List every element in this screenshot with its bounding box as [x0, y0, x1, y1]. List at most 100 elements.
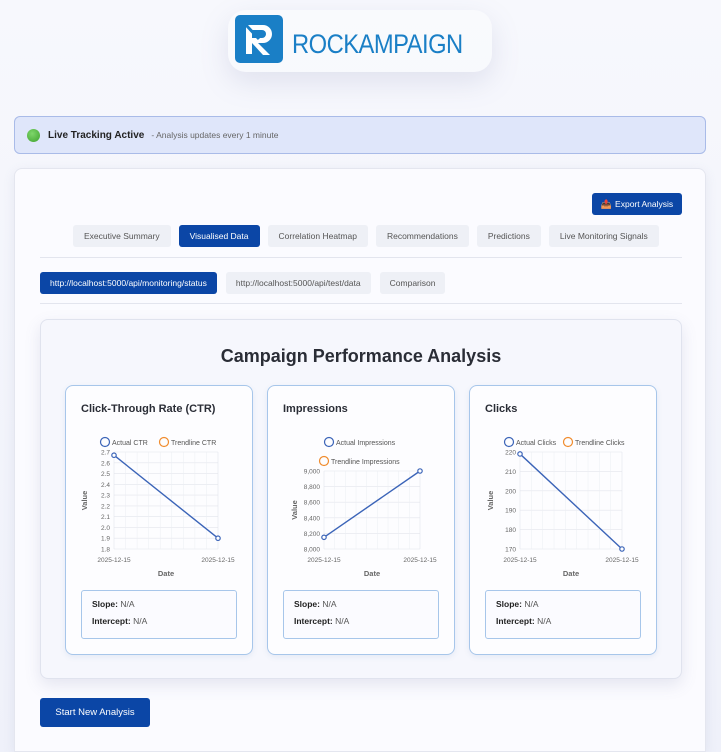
y-tick-label: 2.0: [101, 525, 110, 532]
analysis-panel: 📤 Export Analysis Executive Summary Visu…: [14, 168, 706, 752]
export-tray-icon: 📤: [600, 198, 613, 209]
green-status-dot-icon: [27, 128, 40, 142]
data-point: [111, 452, 117, 459]
data-point: [517, 451, 523, 457]
main-tabs: Executive Summary Visualised Data Correl…: [73, 225, 659, 247]
y-tick-label: 180: [505, 527, 516, 534]
chart-legend: Actual Clicks Trendline Clicks: [503, 436, 625, 448]
export-analysis-label: Export Analysis: [615, 199, 674, 209]
chart-legend: Actual CTR Trendline CTR: [99, 436, 216, 448]
subtab-test-data[interactable]: http://localhost:5000/api/test/data: [225, 272, 371, 294]
analysis-title: Campaign Performance Analysis: [220, 346, 502, 366]
y-tick-label: 8,800: [304, 484, 321, 491]
tab-predictions[interactable]: Predictions: [476, 225, 541, 247]
source-tabs: http://localhost:5000/api/monitoring/sta…: [40, 272, 446, 294]
legend-trend-marker: [158, 436, 170, 448]
series-line-actual: [323, 470, 421, 538]
live-tracking-title: Live Tracking Active: [48, 129, 145, 141]
intercept-row: Intercept: N/A: [496, 616, 630, 633]
x-axis-label: Date: [563, 569, 579, 578]
y-tick-label: 8,400: [304, 515, 321, 522]
legend-trend-marker: [562, 436, 574, 448]
data-point: [619, 546, 625, 552]
y-tick-label: 2.7: [101, 450, 110, 457]
intercept-label: Intercept:: [294, 616, 333, 626]
slope-row: Slope: N/A: [496, 599, 630, 616]
slope-label: Slope:: [294, 599, 320, 609]
legend-actual-label: Actual Clicks: [516, 440, 557, 447]
subtab-monitoring-status[interactable]: http://localhost:5000/api/monitoring/sta…: [40, 272, 217, 294]
chart-grid: [113, 451, 219, 550]
rockampaign-r-logo-icon: [235, 15, 283, 63]
slope-row: Slope: N/A: [294, 599, 428, 616]
y-tick-label: 2.5: [101, 471, 110, 478]
series-line-actual: [519, 453, 623, 550]
y-tick-label: 190: [505, 508, 516, 515]
chart-title: Click-Through Rate (CTR): [81, 403, 216, 415]
chart-grid: [323, 470, 421, 550]
clicks-line-chart: Actual Clicks Trendline Clicks 170 180 190 20…: [486, 436, 639, 578]
brand-logo[interactable]: ROCKAMPAIGN: [228, 10, 492, 72]
tab-live-monitoring-signals[interactable]: Live Monitoring Signals: [548, 225, 659, 247]
intercept-row: Intercept: N/A: [92, 616, 226, 633]
tab-recommendations[interactable]: Recommendations: [375, 225, 469, 247]
ctr-line-chart: Actual CTR Trendline CTR 1.8 1.9 2.0 2.1 2.2 2.…: [80, 436, 235, 578]
brand-name: ROCKAMPAIGN: [292, 29, 463, 59]
y-tick-label: 170: [505, 547, 516, 554]
intercept-value: N/A: [133, 616, 148, 626]
tab-executive-summary[interactable]: Executive Summary: [73, 225, 171, 247]
x-tick-label: 2025-12-15: [403, 557, 437, 564]
tab-correlation-heatmap[interactable]: Correlation Heatmap: [267, 225, 368, 247]
y-tick-label: 210: [505, 469, 516, 476]
intercept-row: Intercept: N/A: [294, 616, 428, 633]
data-point: [321, 534, 327, 541]
tabs-divider: [40, 257, 682, 258]
intercept-value: N/A: [335, 616, 350, 626]
regression-stats: Slope: N/A Intercept: N/A: [81, 590, 237, 639]
impressions-line-chart: Actual Impressions Trendline Impressions 8…: [290, 436, 437, 578]
impressions-chart-card: Impressions Actual Impressions Trendline …: [267, 385, 455, 655]
y-tick-label: 1.9: [101, 536, 110, 543]
x-tick-label: 2025-12-15: [605, 557, 639, 564]
slope-value: N/A: [120, 599, 135, 609]
y-tick-label: 2.2: [101, 503, 110, 510]
y-axis-label: Value: [290, 500, 299, 520]
data-point: [215, 535, 221, 542]
legend-actual-label: Actual Impressions: [336, 440, 396, 447]
chart-title: Clicks: [485, 403, 518, 415]
slope-row: Slope: N/A: [92, 599, 226, 616]
slope-label: Slope:: [92, 599, 118, 609]
tab-visualised-data[interactable]: Visualised Data: [178, 225, 260, 247]
slope-value: N/A: [524, 599, 539, 609]
intercept-label: Intercept:: [496, 616, 535, 626]
y-tick-label: 220: [505, 450, 516, 457]
chart-title: Impressions: [283, 403, 348, 415]
ctr-chart-card: Click-Through Rate (CTR) Actual CTR Trend…: [65, 385, 253, 655]
y-tick-label: 200: [505, 488, 516, 495]
legend-trend-label: Trendline CTR: [171, 440, 216, 447]
y-tick-label: 2.1: [101, 514, 110, 521]
y-axis-label: Value: [80, 491, 89, 511]
start-new-analysis-button[interactable]: Start New Analysis: [40, 698, 150, 727]
legend-actual-marker: [99, 436, 111, 448]
campaign-analysis-card: Campaign Performance Analysis Click-Thro…: [40, 319, 682, 679]
legend-actual-marker: [323, 436, 335, 448]
export-analysis-button[interactable]: 📤 Export Analysis: [592, 193, 682, 215]
slope-label: Slope:: [496, 599, 522, 609]
y-tick-label: 2.3: [101, 493, 110, 500]
y-tick-label: 8,200: [304, 531, 321, 538]
legend-trend-marker: [318, 455, 330, 467]
live-tracking-subtitle: - Analysis updates every 1 minute: [151, 130, 279, 140]
y-tick-label: 8,600: [304, 500, 321, 507]
y-tick-label: 2.6: [101, 460, 110, 467]
subtab-comparison[interactable]: Comparison: [379, 272, 446, 294]
legend-trend-label: Trendline Impressions: [331, 459, 400, 466]
x-tick-label: 2025-12-15: [201, 557, 235, 564]
x-axis-label: Date: [158, 569, 174, 578]
slope-value: N/A: [322, 599, 337, 609]
legend-trend-label: Trendline Clicks: [575, 440, 625, 447]
clicks-chart-card: Clicks Actual Clicks Trendline Clicks 170 1…: [469, 385, 657, 655]
subtabs-divider: [40, 303, 682, 304]
live-tracking-banner: Live Tracking Active - Analysis updates …: [14, 116, 706, 154]
intercept-label: Intercept:: [92, 616, 131, 626]
